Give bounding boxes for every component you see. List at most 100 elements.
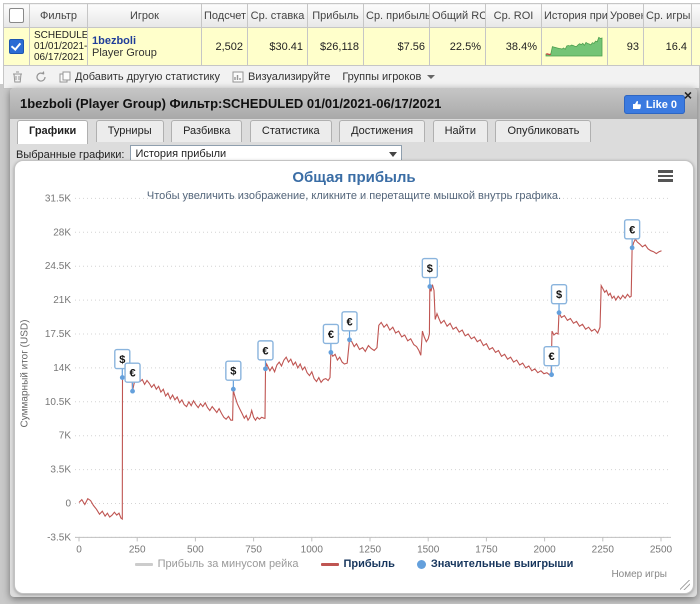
legend-line-swatch <box>134 562 153 566</box>
close-icon[interactable]: × <box>684 88 692 102</box>
copy-icon <box>59 71 71 83</box>
select-all-checkbox[interactable] <box>9 8 24 23</box>
player-group-dialog: 1bezboli (Player Group) Фильтр:SCHEDULED… <box>10 88 697 597</box>
chevron-down-icon <box>427 75 436 79</box>
svg-text:250: 250 <box>129 544 146 555</box>
total-roi-value: 22.5% <box>429 27 486 66</box>
svg-text:7K: 7K <box>59 431 72 442</box>
svg-text:1750: 1750 <box>475 544 498 555</box>
profit-sparkline <box>545 36 602 57</box>
col-header-avg-stake[interactable]: Ср. ставка <box>247 3 308 28</box>
profit-value: $26,118 <box>307 27 364 66</box>
svg-text:500: 500 <box>187 544 204 555</box>
col-header-level[interactable]: Уровен <box>607 3 644 28</box>
svg-text:1500: 1500 <box>417 544 440 555</box>
svg-text:€: € <box>549 351 555 363</box>
svg-text:2000: 2000 <box>533 544 556 555</box>
tab-achievements[interactable]: Достижения <box>339 120 426 142</box>
profit-history-cell[interactable] <box>541 27 608 66</box>
chart-menu-icon[interactable] <box>658 170 673 184</box>
visualize-button[interactable]: Визуализируйте <box>232 71 330 83</box>
legend-item-profit-minus-rake[interactable]: Прибыль за минусом рейка <box>134 558 299 570</box>
svg-text:24.5K: 24.5K <box>45 261 71 272</box>
svg-text:€: € <box>129 368 135 380</box>
col-header-avg-games[interactable]: Ср. игры <box>643 3 692 28</box>
like-button[interactable]: Like 0 <box>623 95 685 114</box>
dialog-tabs: Графики Турниры Разбивка Статистика Дост… <box>17 120 594 144</box>
refresh-icon <box>36 71 46 82</box>
legend-label: Прибыль <box>343 558 395 570</box>
svg-text:17.5K: 17.5K <box>45 329 71 340</box>
chart-title: Общая прибыль <box>292 169 416 186</box>
svg-text:$: $ <box>427 263 433 275</box>
row-select-cell[interactable] <box>3 27 30 66</box>
dialog-header[interactable]: 1bezboli (Player Group) Фильтр:SCHEDULED… <box>10 88 697 119</box>
svg-text:€: € <box>262 345 268 357</box>
filter-cell: SCHEDULED 01/01/2021- 06/17/2021 <box>29 27 88 66</box>
tab-statistics[interactable]: Статистика <box>249 120 332 142</box>
svg-text:28K: 28K <box>53 227 71 238</box>
y-axis-title: Суммарный итог (USD) <box>19 319 31 428</box>
legend-label: Значительные выигрыши <box>430 558 574 570</box>
results-table: Фильтр Игрок Подсчет Ср. ставка Прибыль … <box>3 3 700 89</box>
player-link[interactable]: 1bezboli <box>92 35 136 47</box>
legend-item-profit[interactable]: Прибыль <box>320 558 395 570</box>
player-groups-menu[interactable]: Группы игроков <box>342 71 436 83</box>
player-groups-label: Группы игроков <box>342 71 422 83</box>
svg-text:10.5K: 10.5K <box>45 397 71 408</box>
table-header-row: Фильтр Игрок Подсчет Ср. ставка Прибыль … <box>3 3 700 28</box>
row-checkbox[interactable] <box>9 39 24 54</box>
select-all-cell[interactable] <box>3 3 30 28</box>
tab-publish[interactable]: Опубликовать <box>495 120 592 142</box>
filter-line: SCHEDULED <box>34 30 87 41</box>
svg-text:2250: 2250 <box>592 544 615 555</box>
avg-roi-value: 38.4% <box>485 27 542 66</box>
refresh-button[interactable] <box>35 71 47 83</box>
dialog-title: 1bezboli (Player Group) Фильтр:SCHEDULED… <box>20 96 442 111</box>
chart-select-value: История прибыли <box>135 148 227 160</box>
col-header-profit[interactable]: Прибыль <box>307 3 364 28</box>
chevron-down-icon <box>389 152 398 157</box>
col-header-profit-history[interactable]: История прибыл <box>541 3 608 28</box>
svg-text:2500: 2500 <box>650 544 673 555</box>
filter-line: 06/17/2021 <box>34 52 85 63</box>
tab-graphs[interactable]: Графики <box>17 120 89 144</box>
svg-text:€: € <box>629 224 635 236</box>
table-row: SCHEDULED 01/01/2021- 06/17/2021 1bezbol… <box>3 27 700 66</box>
svg-text:1250: 1250 <box>359 544 382 555</box>
col-header-avg-roi[interactable]: Ср. ROI <box>485 3 542 28</box>
svg-text:14K: 14K <box>53 363 71 374</box>
tab-breakdown[interactable]: Разбивка <box>171 120 243 142</box>
chart-legend: Прибыль за минусом рейка Прибыль Значите… <box>15 558 693 570</box>
col-header-total-roi[interactable]: Общий ROI <box>429 3 486 28</box>
svg-text:$: $ <box>230 366 236 378</box>
col-header-filter[interactable]: Фильтр <box>29 3 88 28</box>
svg-text:$: $ <box>556 289 562 301</box>
avg-profit-value: $7.56 <box>363 27 430 66</box>
svg-text:€: € <box>346 316 352 328</box>
col-header-player[interactable]: Игрок <box>87 3 202 28</box>
player-type-label: Player Group <box>92 46 157 59</box>
avg-stake-value: $30.41 <box>247 27 308 66</box>
tab-tournaments[interactable]: Турниры <box>95 120 164 142</box>
col-header-clipped[interactable]: В <box>691 3 700 28</box>
tab-find[interactable]: Найти <box>432 120 488 142</box>
count-value: 2,502 <box>201 27 248 66</box>
legend-dot-swatch <box>416 559 426 569</box>
svg-text:-3.5K: -3.5K <box>47 532 71 543</box>
col-header-count[interactable]: Подсчет <box>201 3 248 28</box>
add-statistic-button[interactable]: Добавить другую статистику <box>59 71 220 83</box>
player-cell: 1bezboli Player Group <box>87 27 202 66</box>
profit-chart-plot[interactable]: -3.5K03.5K7K10.5K14K17.5K21K24.5K28K31.5… <box>15 161 693 593</box>
resize-handle-icon[interactable] <box>680 580 690 590</box>
add-statistic-label: Добавить другую статистику <box>75 71 220 83</box>
legend-item-significant-wins[interactable]: Значительные выигрыши <box>416 558 574 570</box>
trash-icon <box>13 71 22 83</box>
legend-line-swatch <box>320 562 339 566</box>
col-header-avg-profit[interactable]: Ср. прибыль <box>363 3 430 28</box>
chart-select-label: Выбранные графики: <box>16 148 125 161</box>
svg-text:21K: 21K <box>53 295 71 306</box>
like-label: Like 0 <box>645 98 677 111</box>
delete-button[interactable] <box>12 71 23 83</box>
x-axis-title: Номер игры <box>611 569 667 580</box>
